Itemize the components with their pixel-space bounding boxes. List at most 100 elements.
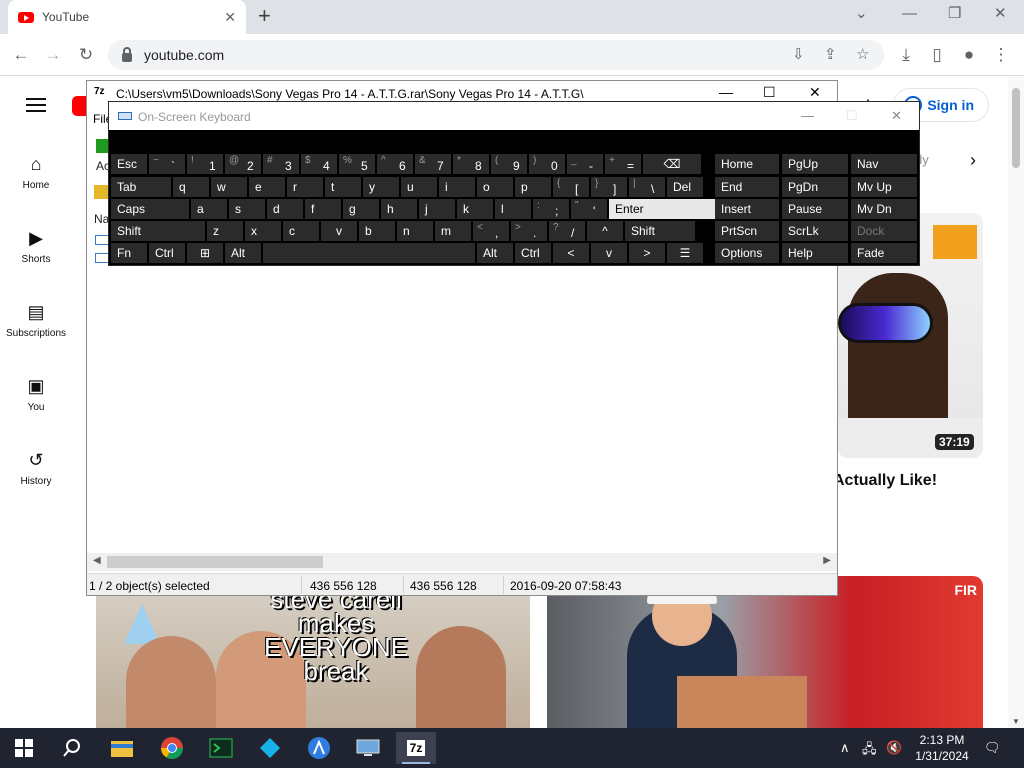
minimize-icon[interactable]: — bbox=[902, 4, 917, 24]
osk-key[interactable]: ^ bbox=[587, 221, 623, 241]
osk-key[interactable]: ? / bbox=[549, 221, 585, 241]
osk-key[interactable]: k bbox=[457, 199, 493, 219]
osk-key[interactable]: v bbox=[321, 221, 357, 241]
taskbar-7zip[interactable]: 7z bbox=[396, 732, 436, 764]
scroll-left-icon[interactable]: ◀ bbox=[93, 555, 101, 566]
osk-key[interactable]: $4 bbox=[301, 154, 337, 174]
osk-key[interactable]: ⌫ bbox=[643, 154, 701, 174]
osk-key[interactable]: Alt bbox=[477, 243, 513, 263]
maximize-icon[interactable]: ☐ bbox=[846, 108, 858, 124]
close-window-icon[interactable]: ✕ bbox=[891, 108, 902, 124]
bookmark-star-icon[interactable]: ☆ bbox=[856, 45, 869, 63]
video-thumbnail[interactable]: FIR bbox=[547, 576, 983, 728]
file-icon[interactable] bbox=[95, 253, 109, 263]
osk-key[interactable]: * 8 bbox=[453, 154, 489, 174]
minimize-icon[interactable]: — bbox=[801, 108, 814, 123]
osk-key[interactable]: d bbox=[267, 199, 303, 219]
tray-overflow-icon[interactable]: ∧ bbox=[840, 740, 850, 756]
osk-key[interactable]: >. bbox=[511, 221, 547, 241]
maximize-icon[interactable]: ☐ bbox=[763, 84, 776, 101]
taskbar-chrome[interactable] bbox=[152, 732, 192, 764]
osk-title-bar[interactable]: On-Screen Keyboard — ☐ ✕ bbox=[109, 102, 919, 130]
osk-nav-key[interactable]: PrtScn bbox=[715, 221, 779, 241]
osk-key[interactable]: Del bbox=[667, 177, 703, 197]
scroll-right-icon[interactable]: ▶ bbox=[823, 555, 831, 566]
video-thumbnail[interactable]: steve carell makes EVERYONE break bbox=[96, 576, 530, 728]
taskbar-kodi[interactable] bbox=[250, 732, 290, 764]
close-window-icon[interactable]: ✕ bbox=[809, 84, 821, 101]
osk-nav-key[interactable]: Nav bbox=[851, 154, 917, 174]
taskbar-app-store[interactable] bbox=[299, 732, 339, 764]
downloads-icon[interactable]: ⤓ bbox=[893, 42, 919, 68]
osk-key[interactable]: #3 bbox=[263, 154, 299, 174]
osk-nav-key[interactable]: Mv Dn bbox=[851, 199, 917, 219]
osk-key[interactable]: j bbox=[419, 199, 455, 219]
osk-key[interactable]: > bbox=[629, 243, 665, 263]
restore-icon[interactable]: ❐ bbox=[948, 4, 961, 24]
osk-key[interactable]: (9 bbox=[491, 154, 527, 174]
osk-key[interactable]: ~ ` bbox=[149, 154, 185, 174]
osk-key[interactable]: ☰ bbox=[667, 243, 703, 263]
close-window-icon[interactable]: ✕ bbox=[994, 4, 1007, 24]
taskbar-screen-app[interactable] bbox=[348, 732, 388, 764]
osk-key[interactable]: % 5 bbox=[339, 154, 375, 174]
osk-key[interactable]: Fn bbox=[111, 243, 147, 263]
osk-key[interactable]: :; bbox=[533, 199, 569, 219]
osk-key[interactable]: & 7 bbox=[415, 154, 451, 174]
osk-key[interactable]: Shift bbox=[625, 221, 695, 241]
tab-close-icon[interactable]: ✕ bbox=[224, 9, 236, 26]
osk-key[interactable]: q bbox=[173, 177, 209, 197]
osk-key[interactable]: ^ 6 bbox=[377, 154, 413, 174]
osk-key[interactable]: x bbox=[245, 221, 281, 241]
page-scrollbar[interactable]: ▼ bbox=[1008, 76, 1024, 728]
taskbar-file-explorer[interactable] bbox=[102, 732, 142, 764]
back-arrow-icon[interactable]: ← bbox=[8, 42, 34, 68]
osk-key[interactable]: Caps bbox=[111, 199, 189, 219]
osk-key[interactable]: Shift bbox=[111, 221, 205, 241]
osk-key[interactable]: | \ bbox=[629, 177, 665, 197]
osk-key[interactable]: }] bbox=[591, 177, 627, 197]
search-button[interactable] bbox=[52, 732, 92, 764]
chrome-menu-icon[interactable]: ⋮ bbox=[988, 42, 1014, 68]
osk-nav-key[interactable]: Dock bbox=[851, 221, 917, 241]
volume-muted-icon[interactable]: 🔇 bbox=[886, 740, 902, 756]
hamburger-menu-icon[interactable] bbox=[26, 98, 46, 112]
osk-key[interactable]: o bbox=[477, 177, 513, 197]
osk-key[interactable]: Enter bbox=[609, 199, 717, 219]
notification-icon[interactable]: 🗨 bbox=[984, 740, 1001, 756]
scroll-down-icon[interactable]: ▼ bbox=[1012, 717, 1020, 726]
side-panel-icon[interactable]: ▯ bbox=[924, 42, 950, 68]
osk-key[interactable]: m bbox=[435, 221, 471, 241]
osk-key[interactable]: p bbox=[515, 177, 551, 197]
sidebar-item-shorts[interactable]: ▶ Shorts bbox=[0, 228, 72, 265]
osk-nav-key[interactable]: ScrLk bbox=[782, 221, 848, 241]
taskbar-terminal[interactable] bbox=[201, 732, 241, 764]
osk-key[interactable]: y bbox=[363, 177, 399, 197]
osk-key[interactable]: + = bbox=[605, 154, 641, 174]
osk-key[interactable]: s bbox=[229, 199, 265, 219]
osk-key[interactable]: e bbox=[249, 177, 285, 197]
osk-nav-key[interactable]: Pause bbox=[782, 199, 848, 219]
osk-key[interactable]: h bbox=[381, 199, 417, 219]
osk-key[interactable]: Ctrl bbox=[149, 243, 185, 263]
new-tab-button[interactable]: + bbox=[258, 4, 271, 28]
osk-key[interactable]: ) 0 bbox=[529, 154, 565, 174]
osk-key[interactable]: Alt bbox=[225, 243, 261, 263]
osk-key[interactable]: {[ bbox=[553, 177, 589, 197]
youtube-logo-icon[interactable] bbox=[72, 96, 86, 116]
system-clock[interactable]: 2:13 PM 1/31/2024 bbox=[914, 732, 970, 764]
osk-nav-key[interactable]: End bbox=[715, 177, 779, 197]
sidebar-item-history[interactable]: ↺ History bbox=[0, 450, 72, 487]
osk-key[interactable]: r bbox=[287, 177, 323, 197]
osk-key[interactable]: _ - bbox=[567, 154, 603, 174]
scrollbar-thumb[interactable] bbox=[107, 556, 323, 568]
osk-nav-key[interactable]: PgUp bbox=[782, 154, 848, 174]
osk-key[interactable]: n bbox=[397, 221, 433, 241]
osk-key[interactable]: i bbox=[439, 177, 475, 197]
sidebar-item-home[interactable]: ⌂ Home bbox=[0, 154, 72, 191]
osk-key[interactable]: ⊞ bbox=[187, 243, 223, 263]
osk-key[interactable]: b bbox=[359, 221, 395, 241]
address-bar[interactable]: youtube.com ⇩ ⇪ ☆ bbox=[108, 40, 884, 70]
osk-key[interactable]: u bbox=[401, 177, 437, 197]
share-icon[interactable]: ⇪ bbox=[824, 45, 837, 63]
